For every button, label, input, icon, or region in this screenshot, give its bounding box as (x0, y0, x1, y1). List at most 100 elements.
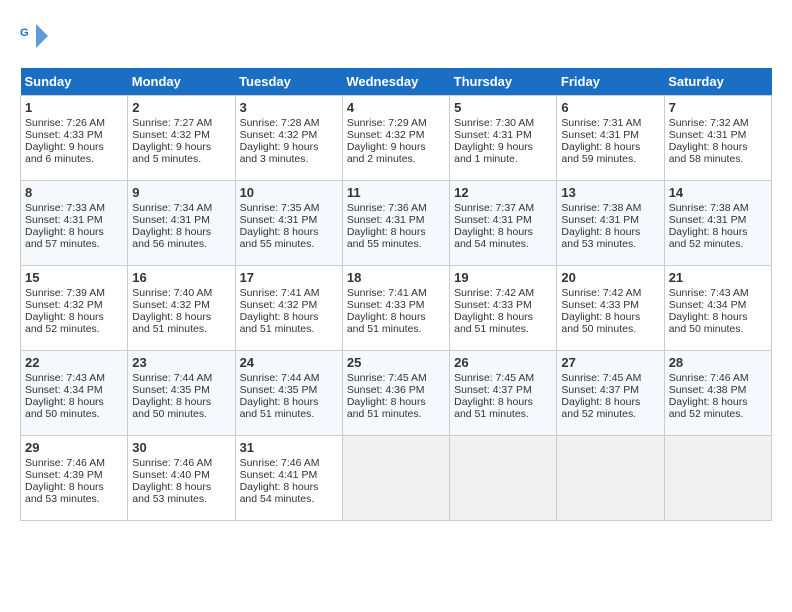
daylight: Daylight: 8 hours and 52 minutes. (25, 311, 104, 335)
day-number: 2 (132, 100, 230, 115)
daylight: Daylight: 8 hours and 55 minutes. (347, 226, 426, 250)
sunrise: Sunrise: 7:44 AM (240, 372, 320, 384)
calendar-week-3: 15Sunrise: 7:39 AMSunset: 4:32 PMDayligh… (21, 266, 772, 351)
sunrise: Sunrise: 7:34 AM (132, 202, 212, 214)
sunrise: Sunrise: 7:32 AM (669, 117, 749, 129)
sunset: Sunset: 4:35 PM (132, 384, 210, 396)
daylight: Daylight: 9 hours and 1 minute. (454, 141, 533, 165)
sunset: Sunset: 4:34 PM (25, 384, 103, 396)
daylight: Daylight: 8 hours and 59 minutes. (561, 141, 640, 165)
calendar-week-4: 22Sunrise: 7:43 AMSunset: 4:34 PMDayligh… (21, 351, 772, 436)
sunrise: Sunrise: 7:43 AM (25, 372, 105, 384)
daylight: Daylight: 8 hours and 51 minutes. (454, 396, 533, 420)
sunset: Sunset: 4:31 PM (669, 214, 747, 226)
daylight: Daylight: 8 hours and 53 minutes. (25, 481, 104, 505)
sunset: Sunset: 4:33 PM (561, 299, 639, 311)
sunset: Sunset: 4:33 PM (347, 299, 425, 311)
sunset: Sunset: 4:32 PM (132, 129, 210, 141)
day-number: 13 (561, 185, 659, 200)
day-number: 6 (561, 100, 659, 115)
sunset: Sunset: 4:41 PM (240, 469, 318, 481)
sunrise: Sunrise: 7:45 AM (347, 372, 427, 384)
calendar-cell: 14Sunrise: 7:38 AMSunset: 4:31 PMDayligh… (664, 181, 771, 266)
day-header-saturday: Saturday (664, 68, 771, 96)
daylight: Daylight: 8 hours and 51 minutes. (347, 311, 426, 335)
calendar-cell: 23Sunrise: 7:44 AMSunset: 4:35 PMDayligh… (128, 351, 235, 436)
day-number: 8 (25, 185, 123, 200)
calendar-week-5: 29 Sunrise: 7:46 AMSunset: 4:39 PMDayligh… (21, 436, 772, 521)
calendar-cell (342, 436, 449, 521)
day-number: 9 (132, 185, 230, 200)
sunset: Sunset: 4:31 PM (669, 129, 747, 141)
calendar-body: 1Sunrise: 7:26 AMSunset: 4:33 PMDaylight… (21, 96, 772, 521)
sunrise: Sunrise: 7:30 AM (454, 117, 534, 129)
calendar-cell: 11Sunrise: 7:36 AMSunset: 4:31 PMDayligh… (342, 181, 449, 266)
calendar-cell: 21Sunrise: 7:43 AMSunset: 4:34 PMDayligh… (664, 266, 771, 351)
sunrise: Sunrise: 7:35 AM (240, 202, 320, 214)
calendar-cell: 26Sunrise: 7:45 AMSunset: 4:37 PMDayligh… (450, 351, 557, 436)
calendar-cell: 24Sunrise: 7:44 AMSunset: 4:35 PMDayligh… (235, 351, 342, 436)
sunset: Sunset: 4:39 PM (25, 469, 103, 481)
sunset: Sunset: 4:38 PM (669, 384, 747, 396)
day-header-tuesday: Tuesday (235, 68, 342, 96)
day-number: 29 (25, 440, 123, 455)
daylight: Daylight: 8 hours and 52 minutes. (669, 396, 748, 420)
daylight: Daylight: 8 hours and 52 minutes. (561, 396, 640, 420)
day-number: 16 (132, 270, 230, 285)
calendar-cell (664, 436, 771, 521)
sunrise: Sunrise: 7:44 AM (132, 372, 212, 384)
sunrise: Sunrise: 7:40 AM (132, 287, 212, 299)
calendar-week-1: 1Sunrise: 7:26 AMSunset: 4:33 PMDaylight… (21, 96, 772, 181)
day-number: 27 (561, 355, 659, 370)
daylight: Daylight: 8 hours and 53 minutes. (561, 226, 640, 250)
calendar-cell: 5Sunrise: 7:30 AMSunset: 4:31 PMDaylight… (450, 96, 557, 181)
day-number: 25 (347, 355, 445, 370)
daylight: Daylight: 8 hours and 52 minutes. (669, 226, 748, 250)
calendar-cell: 2Sunrise: 7:27 AMSunset: 4:32 PMDaylight… (128, 96, 235, 181)
calendar-cell: 7Sunrise: 7:32 AMSunset: 4:31 PMDaylight… (664, 96, 771, 181)
sunrise: Sunrise: 7:36 AM (347, 202, 427, 214)
day-number: 31 (240, 440, 338, 455)
day-number: 20 (561, 270, 659, 285)
day-number: 26 (454, 355, 552, 370)
sunset: Sunset: 4:32 PM (25, 299, 103, 311)
sunrise: Sunrise: 7:29 AM (347, 117, 427, 129)
logo: G (20, 20, 56, 52)
day-number: 11 (347, 185, 445, 200)
day-number: 30 (132, 440, 230, 455)
calendar-cell: 4Sunrise: 7:29 AMSunset: 4:32 PMDaylight… (342, 96, 449, 181)
day-number: 18 (347, 270, 445, 285)
calendar-cell: 25Sunrise: 7:45 AMSunset: 4:36 PMDayligh… (342, 351, 449, 436)
sunrise: Sunrise: 7:41 AM (347, 287, 427, 299)
sunrise: Sunrise: 7:45 AM (561, 372, 641, 384)
svg-text:G: G (20, 27, 29, 39)
sunrise: Sunrise: 7:41 AM (240, 287, 320, 299)
sunset: Sunset: 4:31 PM (132, 214, 210, 226)
day-number: 24 (240, 355, 338, 370)
daylight: Daylight: 8 hours and 51 minutes. (240, 396, 319, 420)
daylight: Daylight: 8 hours and 50 minutes. (25, 396, 104, 420)
daylight: Daylight: 8 hours and 51 minutes. (240, 311, 319, 335)
calendar-cell: 15Sunrise: 7:39 AMSunset: 4:32 PMDayligh… (21, 266, 128, 351)
calendar-cell: 29 Sunrise: 7:46 AMSunset: 4:39 PMDayligh… (21, 436, 128, 521)
calendar-cell: 31Sunrise: 7:46 AMSunset: 4:41 PMDayligh… (235, 436, 342, 521)
calendar-cell: 12Sunrise: 7:37 AMSunset: 4:31 PMDayligh… (450, 181, 557, 266)
calendar-week-2: 8Sunrise: 7:33 AMSunset: 4:31 PMDaylight… (21, 181, 772, 266)
day-number: 1 (25, 100, 123, 115)
day-number: 28 (669, 355, 767, 370)
calendar-cell (450, 436, 557, 521)
day-number: 10 (240, 185, 338, 200)
day-number: 4 (347, 100, 445, 115)
sunset: Sunset: 4:33 PM (454, 299, 532, 311)
calendar-cell: 10Sunrise: 7:35 AMSunset: 4:31 PMDayligh… (235, 181, 342, 266)
daylight: Daylight: 9 hours and 2 minutes. (347, 141, 426, 165)
daylight: Daylight: 9 hours and 5 minutes. (132, 141, 211, 165)
logo-icon: G (20, 20, 52, 52)
calendar-cell: 3Sunrise: 7:28 AMSunset: 4:32 PMDaylight… (235, 96, 342, 181)
calendar-cell: 22Sunrise: 7:43 AMSunset: 4:34 PMDayligh… (21, 351, 128, 436)
daylight: Daylight: 8 hours and 51 minutes. (132, 311, 211, 335)
sunrise: Sunrise: 7:37 AM (454, 202, 534, 214)
sunrise: Sunrise: 7:46 AM (25, 457, 105, 469)
day-header-friday: Friday (557, 68, 664, 96)
calendar-header-row: SundayMondayTuesdayWednesdayThursdayFrid… (21, 68, 772, 96)
